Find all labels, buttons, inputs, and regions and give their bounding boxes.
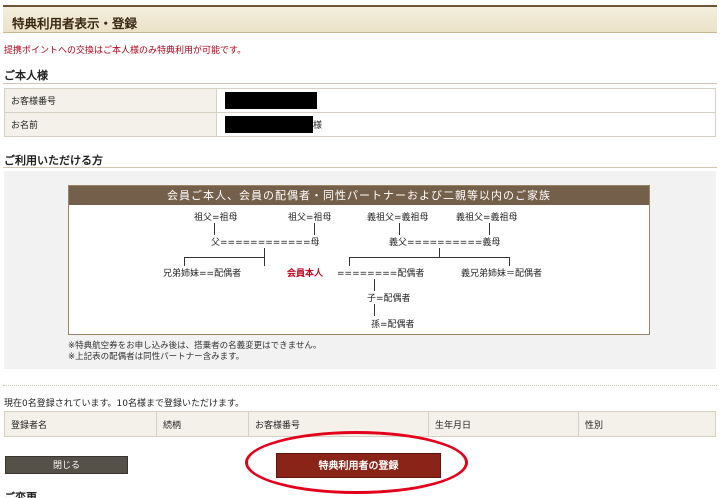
tree-line	[214, 223, 215, 235]
divider	[3, 167, 717, 168]
name-value: 様	[216, 112, 716, 137]
tree-line	[184, 257, 185, 266]
tree-node-member: 会員本人	[287, 269, 324, 279]
tree-line	[184, 257, 264, 258]
divider	[3, 83, 717, 84]
customer-number-label: お客様番号	[4, 88, 217, 113]
tree-node-in-law-parents: 義父==========義母	[389, 238, 501, 248]
tree-line	[489, 223, 490, 235]
tree-node-in-law-grandparents-2: 義祖父=義祖母	[456, 213, 518, 223]
self-section-title: ご本人様	[4, 69, 48, 82]
tree-node-siblings: 兄弟姉妹==配偶者	[163, 269, 242, 279]
redacted-customer-number	[225, 92, 317, 109]
tree-line	[264, 248, 265, 257]
name-label: お名前	[4, 112, 217, 137]
tree-line	[314, 223, 315, 235]
family-tree-diagram: 会員ご本人、会員の配偶者・同性パートナーおよび二親等以内のご家族 祖父=祖母 祖…	[68, 185, 650, 335]
column-header-birthdate: 生年月日	[428, 411, 579, 437]
customer-number-value	[216, 88, 716, 113]
tree-line	[374, 304, 375, 316]
column-header-relationship: 続柄	[156, 411, 249, 437]
tree-node-grandparents-2: 祖父=祖母	[288, 213, 332, 223]
name-suffix: 様	[313, 121, 323, 131]
redacted-name	[225, 116, 313, 133]
tree-node-in-law-grandparents-1: 義祖父=義祖母	[367, 213, 429, 223]
close-button[interactable]: 閉じる	[5, 456, 128, 474]
page-title: 特典利用者表示・登録	[12, 16, 138, 31]
tree-line	[509, 257, 510, 266]
register-beneficiary-button[interactable]: 特典利用者の登録	[276, 453, 441, 478]
eligible-section-title: ご利用いただける方	[4, 154, 103, 167]
tree-node-child: 子=配偶者	[367, 294, 411, 304]
tree-line	[399, 223, 400, 235]
family-tree-header: 会員ご本人、会員の配偶者・同性パートナーおよび二親等以内のご家族	[69, 186, 649, 205]
tree-line	[264, 257, 265, 266]
exchange-notice: 提携ポイントへの交換はご本人様のみ特典利用が可能です。	[4, 46, 247, 56]
change-section-title: ご変更	[4, 491, 37, 498]
divider	[3, 385, 717, 386]
self-info-table: お客様番号 お名前 様	[4, 88, 716, 137]
column-header-name: 登録者名	[4, 411, 157, 437]
tree-line	[439, 248, 440, 257]
tree-node-grandchild: 孫=配偶者	[371, 320, 415, 330]
family-tree-panel: 会員ご本人、会員の配偶者・同性パートナーおよび二親等以内のご家族 祖父=祖母 祖…	[4, 171, 716, 369]
tree-note-2: ※上記表の配偶者は同性パートナー含みます。	[68, 352, 245, 362]
table-row: お名前 様	[4, 112, 716, 137]
tree-node-parents: 父============母	[211, 238, 320, 248]
tree-node-grandparents-1: 祖父=祖母	[194, 213, 238, 223]
tree-node-member-spouse: ========配偶者	[337, 269, 425, 279]
tree-line	[374, 279, 375, 291]
registration-count-text: 現在0名登録されています。10名様まで登録いただけます。	[4, 399, 245, 409]
column-header-gender: 性別	[578, 411, 716, 437]
table-row: お客様番号	[4, 88, 716, 113]
page-header: 特典利用者表示・登録	[3, 5, 717, 33]
tree-line	[349, 257, 350, 266]
tree-line	[349, 257, 509, 258]
tree-node-in-law-siblings: 義兄弟姉妹＝配偶者	[461, 269, 543, 279]
